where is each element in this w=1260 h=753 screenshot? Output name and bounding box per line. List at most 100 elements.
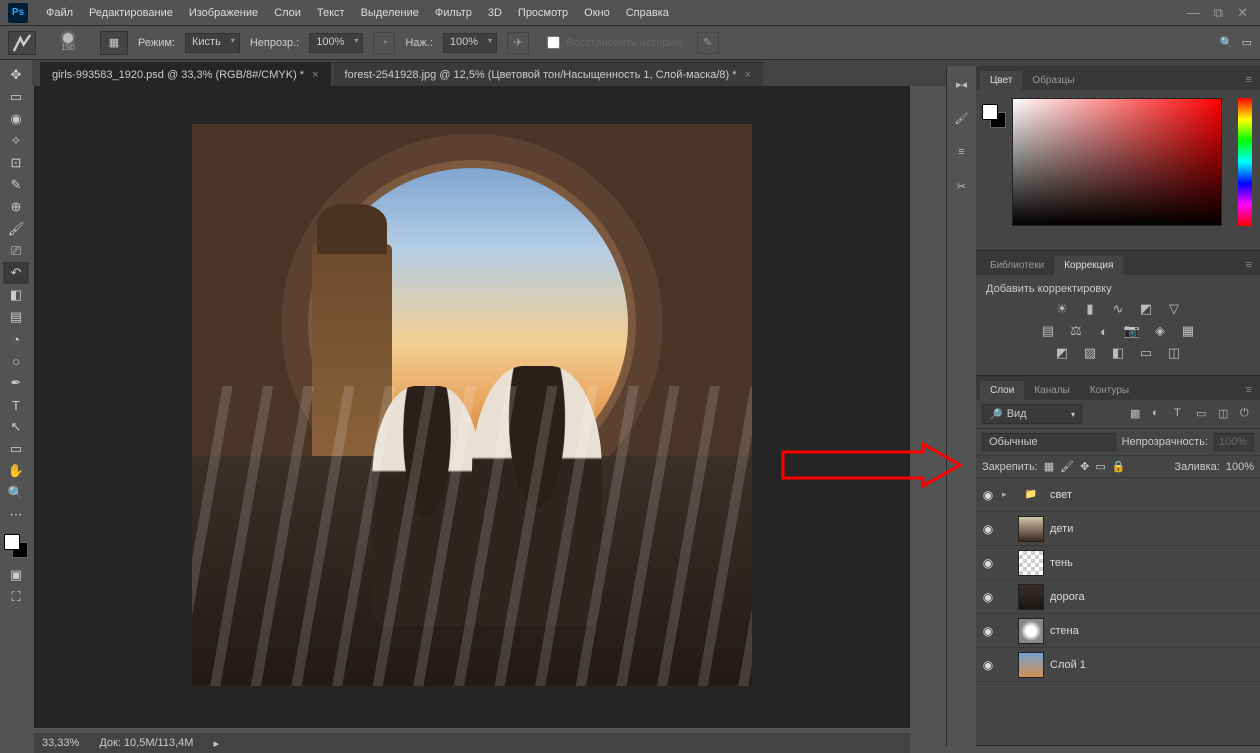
levels-icon[interactable]: ▮ [1081, 301, 1099, 317]
colorlookup-icon[interactable]: ▦ [1179, 323, 1197, 339]
filter-pixel-icon[interactable]: ▩ [1130, 407, 1144, 421]
history-brush-tool[interactable]: ↶ [3, 262, 29, 284]
crop-tool[interactable]: ⊡ [3, 152, 29, 174]
layer-row[interactable]: ◉ дорога [976, 580, 1260, 614]
tool-preset-icon[interactable] [8, 31, 36, 55]
layer-name[interactable]: дети [1050, 523, 1073, 535]
visibility-icon[interactable]: ◉ [980, 488, 996, 502]
visibility-icon[interactable]: ◉ [980, 624, 996, 638]
menu-help[interactable]: Справка [618, 3, 677, 23]
menu-view[interactable]: Просмотр [510, 3, 576, 23]
tab-adjustments[interactable]: Коррекция [1054, 256, 1123, 275]
selective-color-icon[interactable]: ◫ [1165, 345, 1183, 361]
minimize-icon[interactable]: — [1187, 5, 1200, 21]
tab-layers[interactable]: Слои [980, 381, 1024, 400]
layer-row[interactable]: ◉ тень [976, 546, 1260, 580]
menu-file[interactable]: Файл [38, 3, 81, 23]
color-swatch-pair[interactable] [982, 104, 1006, 128]
opacity-input[interactable]: 100% [1214, 433, 1254, 451]
invert-icon[interactable]: ◩ [1053, 345, 1071, 361]
blend-mode-select[interactable]: Обычные [982, 433, 1116, 451]
maximize-icon[interactable]: ⧉ [1214, 5, 1223, 21]
tab-swatches[interactable]: Образцы [1022, 71, 1084, 90]
layer-name[interactable]: тень [1050, 557, 1073, 569]
lock-all-icon[interactable]: 🔒 [1112, 460, 1126, 473]
wand-tool[interactable]: ✧ [3, 130, 29, 152]
heal-tool[interactable]: ⊕ [3, 196, 29, 218]
foreground-color[interactable] [4, 534, 20, 550]
hue-icon[interactable]: ▤ [1039, 323, 1057, 339]
menu-select[interactable]: Выделение [353, 3, 427, 23]
blend-mode-dropdown[interactable]: Кисть [185, 33, 240, 53]
flow-dropdown[interactable]: 100% [443, 33, 497, 53]
tab-channels[interactable]: Каналы [1024, 381, 1080, 400]
layer-row[interactable]: ◉ ▸ 📁 свет [976, 478, 1260, 512]
menu-layers[interactable]: Слои [266, 3, 309, 23]
tab-paths[interactable]: Контуры [1080, 381, 1139, 400]
marquee-tool[interactable]: ▭ [3, 86, 29, 108]
search-icon[interactable]: 🔍 [1220, 36, 1234, 49]
panel-menu-icon[interactable]: ≡ [1238, 380, 1260, 400]
path-tool[interactable]: ↖ [3, 416, 29, 438]
menu-text[interactable]: Текст [309, 3, 353, 23]
dodge-tool[interactable]: ○ [3, 350, 29, 372]
lock-transparent-icon[interactable]: ▦ [1044, 460, 1054, 473]
layer-name[interactable]: Слой 1 [1050, 659, 1086, 671]
move-tool[interactable]: ✥ [3, 64, 29, 86]
brush-tool[interactable]: 🖌 [3, 218, 29, 240]
lock-paint-icon[interactable]: 🖌 [1060, 460, 1074, 473]
type-tool[interactable]: T [3, 394, 29, 416]
color-field[interactable] [1012, 98, 1222, 226]
threshold-icon[interactable]: ◧ [1109, 345, 1127, 361]
exposure-icon[interactable]: ◩ [1137, 301, 1155, 317]
brushes-panel-icon[interactable]: 🖌 [952, 108, 972, 128]
hue-slider[interactable] [1238, 98, 1252, 226]
pen-tool[interactable]: ✒ [3, 372, 29, 394]
fill-input[interactable]: 100% [1226, 461, 1254, 473]
hand-tool[interactable]: ✋ [3, 460, 29, 482]
eraser-tool[interactable]: ◧ [3, 284, 29, 306]
menu-3d[interactable]: 3D [480, 3, 510, 23]
quickmask-tool[interactable]: ▣ [3, 564, 29, 586]
lock-move-icon[interactable]: ✥ [1080, 460, 1089, 473]
color-swatches[interactable] [4, 534, 28, 558]
opacity-dropdown[interactable]: 100% [309, 33, 363, 53]
close-tab-icon[interactable]: × [745, 69, 751, 81]
status-arrow-icon[interactable]: ▸ [213, 737, 219, 750]
filter-shape-icon[interactable]: ▭ [1196, 407, 1210, 421]
layer-filter-dropdown[interactable]: 🔎 Вид ▾ [982, 404, 1082, 424]
brush-settings-icon[interactable]: ≡ [952, 142, 972, 162]
visibility-icon[interactable]: ◉ [980, 522, 996, 536]
filter-adjust-icon[interactable]: ◐ [1152, 407, 1166, 421]
layer-name[interactable]: дорога [1050, 591, 1085, 603]
brightness-icon[interactable]: ☀ [1053, 301, 1071, 317]
visibility-icon[interactable]: ◉ [980, 590, 996, 604]
lock-artboard-icon[interactable]: ▭ [1095, 460, 1105, 473]
airbrush-icon[interactable]: ✈ [507, 32, 529, 54]
shape-tool[interactable]: ▭ [3, 438, 29, 460]
menu-window[interactable]: Окно [576, 3, 618, 23]
visibility-icon[interactable]: ◉ [980, 658, 996, 672]
screenmode-tool[interactable]: ⛶ [3, 586, 29, 608]
visibility-icon[interactable]: ◉ [980, 556, 996, 570]
filter-toggle-icon[interactable]: ⏻ [1240, 407, 1254, 421]
zoom-tool[interactable]: 🔍 [3, 482, 29, 504]
document-tab-2[interactable]: forest-2541928.jpg @ 12,5% (Цветовой тон… [333, 62, 763, 86]
zoom-level[interactable]: 33,33% [42, 737, 79, 749]
chevron-right-icon[interactable]: ▸ [1002, 489, 1012, 500]
posterize-icon[interactable]: ▨ [1081, 345, 1099, 361]
layer-row[interactable]: ◉ Слой 1 [976, 648, 1260, 682]
brush-panel-icon[interactable]: ▦ [100, 31, 128, 55]
gradient-map-icon[interactable]: ▭ [1137, 345, 1155, 361]
menu-image[interactable]: Изображение [181, 3, 266, 23]
colorbalance-icon[interactable]: ⚖ [1067, 323, 1085, 339]
gradient-tool[interactable]: ▤ [3, 306, 29, 328]
tablet-pressure-icon[interactable]: ✎ [697, 32, 719, 54]
curves-icon[interactable]: ∿ [1109, 301, 1127, 317]
more-tools[interactable]: ⋯ [3, 504, 29, 526]
close-icon[interactable]: ✕ [1237, 5, 1248, 21]
stamp-tool[interactable]: ⎚ [3, 240, 29, 262]
layer-row[interactable]: ◉ дети [976, 512, 1260, 546]
panel-menu-icon[interactable]: ≡ [1238, 255, 1260, 275]
blur-tool[interactable]: ◔ [3, 328, 29, 350]
